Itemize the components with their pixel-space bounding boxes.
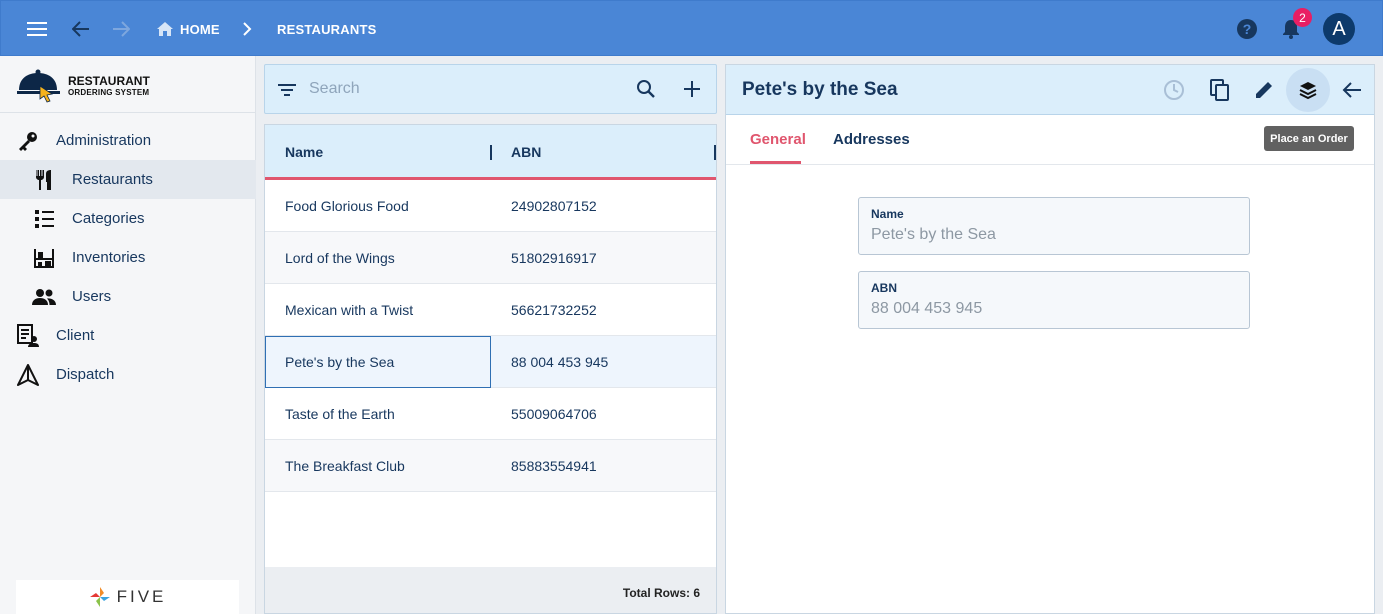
back-arrow-icon[interactable] — [1338, 76, 1366, 104]
sidebar-item-label: Users — [72, 288, 112, 305]
logo-subtitle: ORDERING SYSTEM — [68, 88, 150, 97]
edit-icon[interactable] — [1250, 76, 1278, 104]
menu-icon[interactable] — [23, 15, 51, 43]
tooltip: Place an Order — [1264, 126, 1354, 151]
abn-field[interactable]: ABN 88 004 453 945 — [858, 271, 1250, 329]
forward-arrow-icon[interactable] — [107, 15, 135, 43]
detail-panel: Pete's by the Sea General Addresses Plac… — [725, 64, 1375, 614]
field-value: 88 004 453 945 — [871, 300, 983, 317]
tab-general[interactable]: General — [750, 131, 806, 148]
five-logo: FIVE — [16, 580, 239, 614]
breadcrumb-home[interactable]: HOME — [180, 22, 220, 37]
list-footer: Total Rows: 6 — [265, 567, 716, 613]
name-field[interactable]: Name Pete's by the Sea — [858, 197, 1250, 255]
cell-name: Mexican with a Twist — [285, 302, 414, 318]
list-header: Name ABN — [265, 125, 716, 180]
copy-icon[interactable] — [1206, 76, 1234, 104]
svg-text:?: ? — [1243, 21, 1252, 37]
table-row[interactable]: Lord of the Wings 51802916917 — [265, 232, 716, 284]
notification-badge: 2 — [1293, 8, 1312, 27]
cell-abn: 88 004 453 945 — [511, 354, 609, 370]
table-row[interactable]: Food Glorious Food 24902807152 — [265, 180, 716, 232]
cell-name: Pete's by the Sea — [285, 354, 395, 370]
column-resize-handle[interactable] — [714, 145, 716, 160]
sidebar-item-administration[interactable]: Administration — [0, 121, 256, 160]
help-icon[interactable]: ? — [1233, 15, 1261, 43]
sidebar-item-label: Inventories — [72, 249, 146, 266]
total-rows: Total Rows: 6 — [622, 586, 700, 600]
table-row[interactable]: Mexican with a Twist 56621732252 — [265, 284, 716, 336]
active-tab-indicator — [750, 161, 801, 164]
search-input[interactable]: Search — [309, 80, 360, 98]
fork-knife-icon — [32, 168, 56, 192]
field-label: Name — [871, 207, 904, 221]
back-arrow-icon[interactable] — [67, 15, 95, 43]
chevron-right-icon — [233, 15, 261, 43]
sidebar-item-inventories[interactable]: Inventories — [0, 238, 256, 277]
sidebar-item-label: Client — [56, 327, 95, 344]
cell-name: Food Glorious Food — [285, 198, 409, 214]
add-icon[interactable] — [682, 79, 702, 104]
five-brand-text: FIVE — [116, 587, 167, 606]
key-icon — [16, 129, 40, 153]
dispatch-icon — [16, 363, 40, 387]
avatar[interactable]: A — [1323, 13, 1355, 45]
cell-name: Taste of the Earth — [285, 406, 395, 422]
cell-name: Lord of the Wings — [285, 250, 395, 266]
sidebar-item-label: Dispatch — [56, 366, 115, 383]
table-row[interactable]: Taste of the Earth 55009064706 — [265, 388, 716, 440]
sidebar-item-label: Administration — [56, 132, 152, 149]
cell-abn: 85883554941 — [511, 458, 597, 474]
sidebar-item-dispatch[interactable]: Dispatch — [0, 355, 256, 394]
column-header-abn[interactable]: ABN — [511, 144, 541, 160]
app-logo: RESTAURANT ORDERING SYSTEM — [16, 66, 216, 108]
restaurants-list: Name ABN Food Glorious Food 24902807152 … — [264, 124, 717, 614]
detail-header: Pete's by the Sea — [726, 65, 1374, 115]
breadcrumb-current: RESTAURANTS — [277, 22, 377, 37]
cell-name: The Breakfast Club — [285, 458, 405, 474]
sidebar: RESTAURANT ORDERING SYSTEM Administratio… — [0, 56, 256, 614]
field-value: Pete's by the Sea — [871, 226, 996, 243]
search-bar: Search — [264, 64, 717, 114]
column-header-name[interactable]: Name — [285, 144, 323, 160]
shelves-icon — [32, 246, 56, 270]
cell-abn: 56621732252 — [511, 302, 597, 318]
cloche-icon — [17, 69, 60, 103]
client-icon — [16, 323, 40, 348]
column-resize-handle[interactable] — [490, 145, 492, 160]
top-bar: HOME RESTAURANTS ? 2 A — [0, 0, 1383, 56]
history-icon[interactable] — [1160, 76, 1188, 104]
cell-abn: 24902807152 — [511, 198, 597, 214]
layers-icon[interactable] — [1286, 68, 1330, 112]
divider — [0, 112, 256, 113]
sidebar-item-client[interactable]: Client — [0, 316, 256, 355]
table-row-selected[interactable]: Pete's by the Sea 88 004 453 945 — [265, 336, 716, 388]
search-icon[interactable] — [636, 79, 656, 104]
people-icon — [32, 285, 56, 309]
sidebar-item-restaurants[interactable]: Restaurants — [0, 160, 256, 199]
table-row[interactable]: The Breakfast Club 85883554941 — [265, 440, 716, 492]
five-pinwheel-icon — [89, 587, 110, 607]
sidebar-item-label: Categories — [72, 210, 145, 227]
list-icon — [32, 207, 56, 231]
field-label: ABN — [871, 281, 897, 295]
cell-abn: 51802916917 — [511, 250, 597, 266]
sidebar-item-label: Restaurants — [72, 171, 153, 188]
detail-title: Pete's by the Sea — [742, 79, 898, 100]
tab-addresses[interactable]: Addresses — [833, 131, 910, 148]
home-icon[interactable] — [151, 15, 179, 43]
filter-icon[interactable] — [277, 80, 297, 105]
sidebar-item-categories[interactable]: Categories — [0, 199, 256, 238]
logo-title: RESTAURANT — [68, 74, 150, 88]
sidebar-item-users[interactable]: Users — [0, 277, 256, 316]
cell-abn: 55009064706 — [511, 406, 597, 422]
